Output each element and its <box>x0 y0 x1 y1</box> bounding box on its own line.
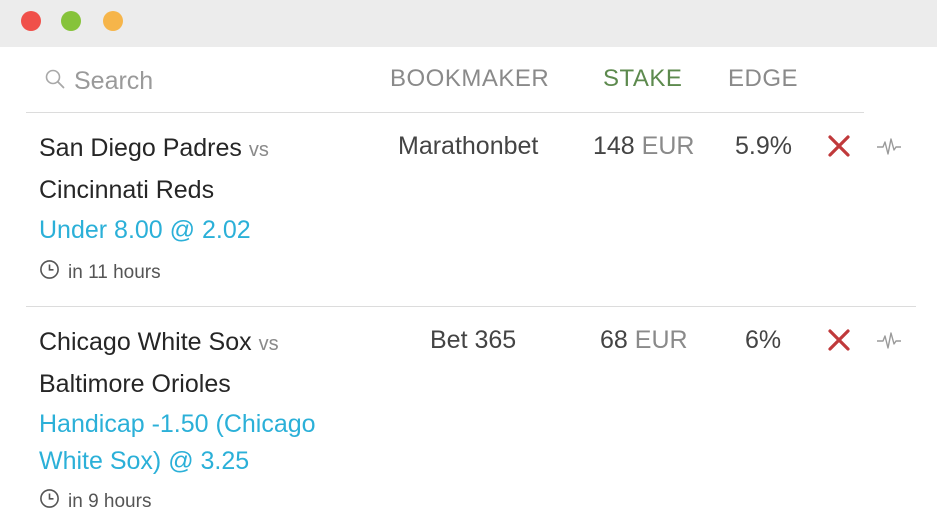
event-time-text: in 11 hours <box>68 261 161 283</box>
bet-row: San Diego Padres vs Cincinnati Reds Unde… <box>0 128 937 306</box>
event-time: in 11 hours <box>39 259 161 286</box>
vs-label: vs <box>258 333 279 355</box>
window-close-button[interactable] <box>21 11 41 31</box>
bet-market-link[interactable]: Under 8.00 @ 2.02 <box>39 212 359 249</box>
edge-value: 6% <box>745 326 782 354</box>
column-header-edge[interactable]: EDGE <box>728 65 798 93</box>
remove-bet-button[interactable] <box>826 327 852 353</box>
bet-row: Chicago White Sox vs Baltimore Orioles H… <box>0 322 937 528</box>
search-box <box>44 65 294 97</box>
stake-amount: 148 <box>593 132 635 160</box>
bet-market-link[interactable]: Handicap -1.50 (Chicago White Sox) @ 3.2… <box>39 406 359 480</box>
remove-bet-button[interactable] <box>826 133 852 159</box>
away-team: Cincinnati Reds <box>39 176 215 204</box>
close-icon <box>828 135 850 157</box>
clock-icon <box>39 259 60 286</box>
close-icon <box>828 329 850 351</box>
search-input[interactable] <box>74 66 294 96</box>
odds-history-button[interactable] <box>876 330 902 352</box>
match-teams: Chicago White Sox vs Baltimore Orioles <box>39 322 369 404</box>
column-header-bookmaker[interactable]: BOOKMAKER <box>390 65 549 93</box>
event-time-text: in 9 hours <box>68 490 152 512</box>
bookmaker-name: Bet 365 <box>430 326 517 354</box>
search-icon <box>44 68 66 95</box>
window-minimize-button[interactable] <box>103 11 123 31</box>
stake-amount: 68 <box>600 326 628 354</box>
match-teams: San Diego Padres vs Cincinnati Reds <box>39 128 369 210</box>
pulse-icon <box>877 332 901 349</box>
stake-value: 68 EUR <box>600 322 688 358</box>
pulse-icon <box>877 138 901 155</box>
event-time: in 9 hours <box>39 488 151 515</box>
odds-history-button[interactable] <box>876 136 902 158</box>
home-team: Chicago White Sox <box>39 328 252 356</box>
stake-currency: EUR <box>634 326 688 354</box>
stake-currency: EUR <box>641 132 695 160</box>
stake-value: 148 EUR <box>593 128 694 164</box>
clock-icon <box>39 488 60 515</box>
window-maximize-button[interactable] <box>61 11 81 31</box>
vs-label: vs <box>248 139 269 161</box>
column-header-stake[interactable]: STAKE <box>603 65 682 93</box>
row-divider <box>26 306 916 307</box>
bookmaker-name: Marathonbet <box>398 132 539 160</box>
header-divider <box>26 112 864 113</box>
table-header: BOOKMAKER STAKE EDGE <box>0 47 937 113</box>
edge-value: 5.9% <box>735 132 792 160</box>
home-team: San Diego Padres <box>39 134 242 162</box>
away-team: Baltimore Orioles <box>39 370 231 398</box>
window-titlebar <box>0 0 937 47</box>
